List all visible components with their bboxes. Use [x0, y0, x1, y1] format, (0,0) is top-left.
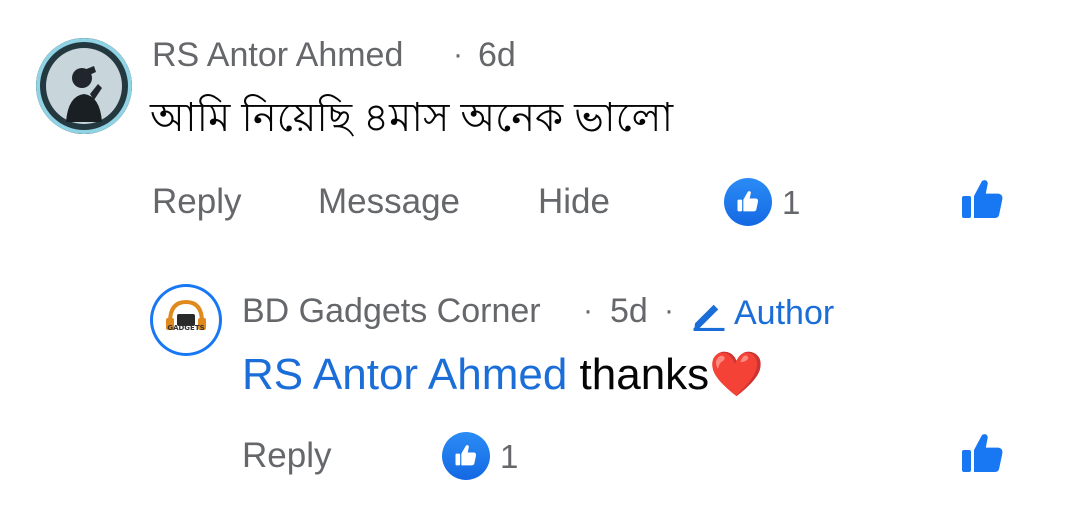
- reply-timestamp[interactable]: 5d: [610, 292, 648, 331]
- commenter-avatar[interactable]: [36, 38, 132, 134]
- user-silhouette-icon: [36, 38, 132, 134]
- like-reaction-icon[interactable]: [442, 432, 490, 480]
- like-button[interactable]: [958, 176, 1008, 229]
- thumbs-up-icon: [455, 445, 477, 466]
- like-count: 1: [500, 438, 519, 475]
- thumbs-up-icon: [737, 191, 759, 212]
- page-avatar[interactable]: GADGETS: [150, 284, 222, 356]
- like-reaction-icon[interactable]: [724, 178, 772, 226]
- headphones-logo-icon: [153, 287, 219, 353]
- author-badge: Author: [690, 294, 834, 333]
- author-badge-label: Author: [734, 294, 835, 332]
- meta-separator: ·: [664, 294, 674, 327]
- reply-author-name[interactable]: BD Gadgets Corner: [242, 292, 541, 331]
- reply-button[interactable]: Reply: [242, 436, 331, 476]
- pencil-icon: [693, 304, 725, 331]
- mention-link[interactable]: RS Antor Ahmed: [242, 350, 567, 399]
- comment-text: আমি নিয়েছি ৪মাস অনেক ভালো: [150, 96, 674, 140]
- like-count: 1: [782, 184, 801, 221]
- message-button[interactable]: Message: [318, 182, 460, 222]
- meta-separator: ·: [453, 38, 463, 71]
- meta-separator: ·: [583, 294, 593, 327]
- comment-timestamp[interactable]: 6d: [478, 36, 516, 75]
- thumbs-up-icon: [962, 180, 1003, 218]
- thumbs-up-icon: [962, 434, 1003, 472]
- hide-button[interactable]: Hide: [538, 182, 610, 222]
- reply-message: thanks: [567, 350, 710, 399]
- logo-text: GADGETS: [167, 324, 205, 332]
- like-button[interactable]: [958, 430, 1008, 483]
- reply-button[interactable]: Reply: [152, 182, 241, 222]
- heart-emoji: ❤️: [709, 350, 764, 399]
- reply-text: RS Antor Ahmed thanks❤️: [242, 348, 764, 400]
- comment-author-name[interactable]: RS Antor Ahmed: [152, 36, 403, 75]
